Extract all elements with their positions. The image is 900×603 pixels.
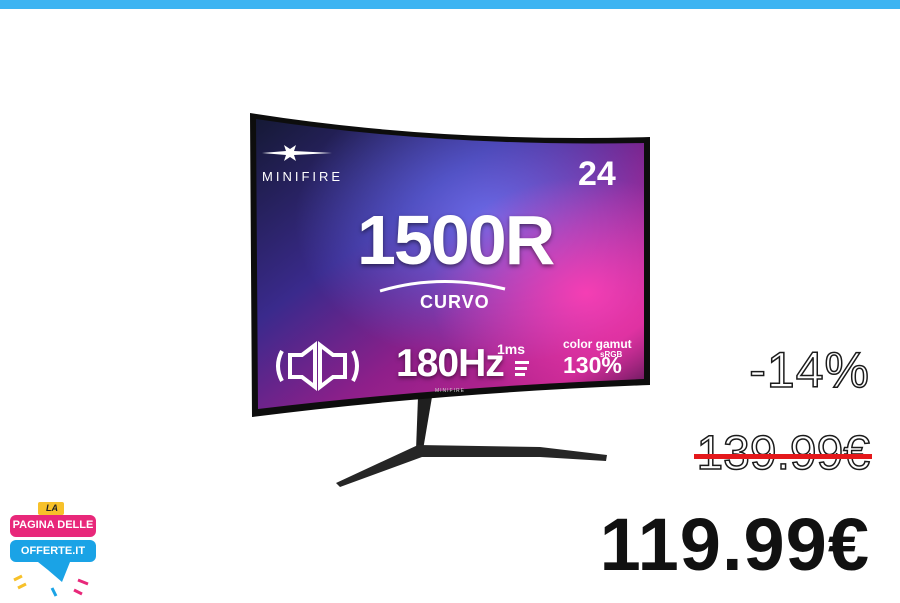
- discount-badge: -14%: [749, 342, 870, 398]
- refresh-rate-label: 180Hz: [396, 342, 505, 385]
- site-logo-top-text: LA: [46, 503, 58, 513]
- screen-size-label: 24: [578, 155, 616, 193]
- site-logo-line-2: OFFERTE.IT: [20, 545, 86, 557]
- color-gamut-label: color gamut: [563, 337, 632, 351]
- color-space-label: sRGB: [600, 350, 623, 359]
- response-time-label: 1ms: [497, 341, 526, 357]
- curvature-label: 1500R: [357, 201, 555, 279]
- product-image-monitor: MINIFIRE 24 1500R CURVO 180Hz 1ms color …: [240, 105, 660, 505]
- curve-type-label: CURVO: [420, 292, 490, 312]
- bezel-brand-label: MINIFIRE: [435, 388, 465, 394]
- site-logo-line-1: PAGINA DELLE: [12, 519, 94, 531]
- top-accent-bar: [0, 0, 900, 9]
- old-price: 139.99€: [694, 429, 872, 478]
- site-logo: LA PAGINA DELLE OFFERTE.IT: [8, 500, 100, 598]
- old-price-strikethrough: [694, 454, 872, 459]
- new-price: 119.99€: [599, 503, 870, 586]
- screen-brand-logo: MINIFIRE: [262, 169, 344, 184]
